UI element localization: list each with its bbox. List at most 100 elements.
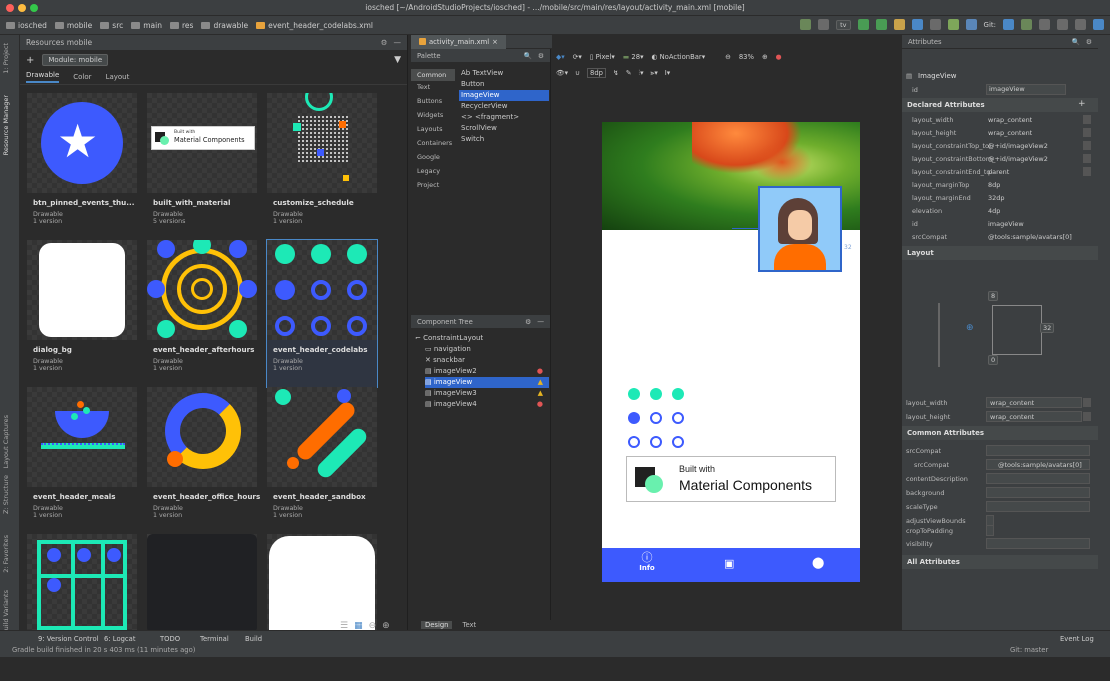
version-control-tab[interactable]: 9: Version Control — [38, 635, 99, 643]
resource-card[interactable]: ★ btn_pinned_events_thu... Drawable 1 ve… — [27, 93, 137, 240]
git-commit-icon[interactable] — [1021, 19, 1032, 30]
structure-tool-tab[interactable]: Z: Structure — [2, 475, 10, 514]
warning-icon[interactable]: ▲ — [538, 388, 543, 399]
search-icon[interactable]: 🔍 — [523, 52, 531, 60]
eye-icon[interactable]: 👁▾ — [556, 69, 568, 77]
guidelines-icon[interactable]: I▾ — [665, 69, 670, 77]
tree-item-imageview[interactable]: ▤ imageView ▲ — [425, 377, 549, 388]
palette-item-scrollview[interactable]: ScrollView — [459, 123, 549, 134]
nav-item-info[interactable]: ⓘ Info — [632, 552, 662, 573]
breadcrumb-drawable[interactable]: drawable — [201, 21, 248, 30]
apply-changes-icon[interactable] — [911, 19, 923, 30]
module-select[interactable]: Module: mobile — [42, 54, 109, 66]
close-tab-icon[interactable]: × — [492, 35, 498, 49]
tree-item-constraintlayout[interactable]: ⌐ ConstraintLayout — [415, 333, 549, 344]
resource-card[interactable]: customize_schedule Drawable 1 version — [267, 93, 377, 240]
build-variants-tool-tab[interactable]: Build Variants — [2, 590, 10, 635]
align-icon[interactable]: ⫶▾ — [638, 69, 643, 78]
terminal-tab[interactable]: Terminal — [200, 635, 229, 643]
profile-icon[interactable] — [893, 19, 905, 30]
breadcrumb-main[interactable]: main — [131, 21, 162, 30]
settings-icon[interactable]: ⚙ — [538, 52, 544, 60]
resource-card[interactable]: dialog_bg Drawable 1 version — [27, 240, 137, 387]
palette-category-buttons[interactable]: Buttons — [411, 97, 455, 105]
common-attr-row[interactable]: cropToPadding — [902, 524, 1099, 537]
layout-height-row[interactable]: layout_height wrap_content — [902, 410, 1099, 423]
editor-tab-activity-main[interactable]: activity_main.xml × — [411, 34, 506, 49]
settings-icon[interactable]: ⚙ — [1086, 38, 1092, 46]
layout-section[interactable]: Layout — [902, 246, 1099, 260]
tab-design[interactable]: Design — [421, 621, 453, 629]
breadcrumb-res[interactable]: res — [169, 21, 193, 30]
vertical-bias-slider[interactable] — [938, 303, 940, 367]
magnet-icon[interactable]: ∪ — [575, 69, 580, 77]
git-branch[interactable]: Git: master — [1010, 646, 1048, 654]
palette-category-widgets[interactable]: Widgets — [411, 111, 455, 119]
tab-drawable[interactable]: Drawable — [26, 71, 60, 83]
declared-attr-row[interactable]: srcCompat @tools:sample/avatars[0] — [902, 230, 1099, 243]
favorites-tool-tab[interactable]: 2: Favorites — [2, 535, 10, 573]
tree-item-imageview4[interactable]: ▤ imageView4 ● — [425, 399, 549, 410]
error-icon[interactable]: ● — [537, 399, 543, 410]
build-tab[interactable]: Build — [245, 635, 262, 643]
tab-text[interactable]: Text — [462, 621, 476, 629]
git-update-icon[interactable] — [1003, 19, 1014, 30]
resource-card[interactable]: event_header_meals Drawable 1 version — [27, 387, 137, 534]
common-attr-row[interactable]: contentDescription — [902, 472, 1099, 485]
run-config-select[interactable]: tv — [836, 19, 851, 30]
pack-icon[interactable]: ⫸▾ — [651, 69, 658, 78]
breadcrumb-iosched[interactable]: iosched — [6, 21, 47, 30]
avd-manager-icon[interactable] — [947, 19, 959, 30]
resource-card[interactable]: event_header_office_hours Drawable 1 ver… — [147, 387, 260, 534]
add-resource-icon[interactable]: + — [26, 55, 34, 66]
declared-attr-row[interactable]: layout_constraintEnd_tol parent — [902, 165, 1099, 178]
common-attr-row[interactable]: srcCompat — [902, 444, 1099, 457]
palette-category-project[interactable]: Project — [411, 181, 455, 189]
zoom-out-icon[interactable]: ⊖ — [725, 53, 731, 61]
search-everywhere-icon[interactable] — [1075, 19, 1086, 30]
error-icon[interactable]: ● — [537, 366, 543, 377]
event-log-tab[interactable]: Event Log — [1060, 635, 1094, 643]
tree-item-imageview3[interactable]: ▤ imageView3 ▲ — [425, 388, 549, 399]
declared-attributes-section[interactable]: Declared Attributes — [902, 98, 1099, 112]
orientation-icon[interactable]: ⟳▾ — [573, 53, 582, 61]
declared-attr-row[interactable]: elevation 4dp — [902, 204, 1099, 217]
maximize-window-button[interactable] — [30, 4, 38, 12]
error-badge-icon[interactable]: ● — [776, 53, 782, 61]
common-attr-row[interactable]: scaleType — [902, 500, 1099, 513]
resource-card[interactable] — [147, 534, 257, 681]
search-icon[interactable]: 🔍 — [1071, 38, 1079, 46]
run-icon[interactable] — [857, 19, 869, 30]
declared-attr-row[interactable]: id imageView — [902, 217, 1099, 230]
tree-item-imageview2[interactable]: ▤ imageView2 ● — [425, 366, 549, 377]
breadcrumb-file[interactable]: event_header_codelabs.xml — [256, 21, 373, 30]
project-structure-icon[interactable] — [1093, 19, 1104, 30]
default-margin-field[interactable]: 8dp — [587, 68, 606, 78]
declared-attr-row[interactable]: layout_constraintBottom_ @+id/imageView2 — [902, 152, 1099, 165]
tree-item-navigation[interactable]: ▭ navigation — [425, 344, 549, 355]
device-select[interactable]: ▯ Pixel▾ — [590, 53, 615, 61]
palette-category-google[interactable]: Google — [411, 153, 455, 161]
id-field[interactable]: imageView — [986, 84, 1066, 95]
project-tool-tab[interactable]: 1: Project — [2, 43, 10, 74]
resource-card-selected[interactable]: event_header_codelabs Drawable 1 version — [266, 239, 378, 388]
declared-attr-row[interactable]: layout_marginEnd 32dp — [902, 191, 1099, 204]
layers-icon[interactable]: ◆▾ — [556, 53, 565, 61]
resource-card[interactable]: event_header_afterhours Drawable 1 versi… — [147, 240, 257, 387]
resource-card[interactable] — [27, 534, 137, 681]
add-constraint-icon[interactable]: ⊕ — [966, 323, 974, 333]
clear-constraints-icon[interactable]: ↯ — [613, 69, 619, 77]
filter-icon[interactable]: ▼ — [394, 55, 401, 65]
tree-item-snackbar[interactable]: ✕ snackbar — [425, 355, 549, 366]
debug-icon[interactable] — [875, 19, 887, 30]
logcat-tab[interactable]: 6: Logcat — [104, 635, 135, 643]
margin-end-field[interactable]: 32 — [1040, 323, 1055, 333]
calendar-icon[interactable]: ▣ — [724, 557, 734, 570]
hide-panel-icon[interactable]: — — [537, 318, 544, 326]
resource-manager-tool-tab[interactable]: Resource Manager — [2, 95, 10, 155]
warning-icon[interactable]: ▲ — [538, 377, 543, 388]
hammer-icon[interactable] — [800, 19, 812, 30]
tab-layout[interactable]: Layout — [106, 73, 130, 81]
api-select[interactable]: ▬ 28▾ — [623, 53, 644, 61]
palette-category-text[interactable]: Text — [411, 83, 455, 91]
